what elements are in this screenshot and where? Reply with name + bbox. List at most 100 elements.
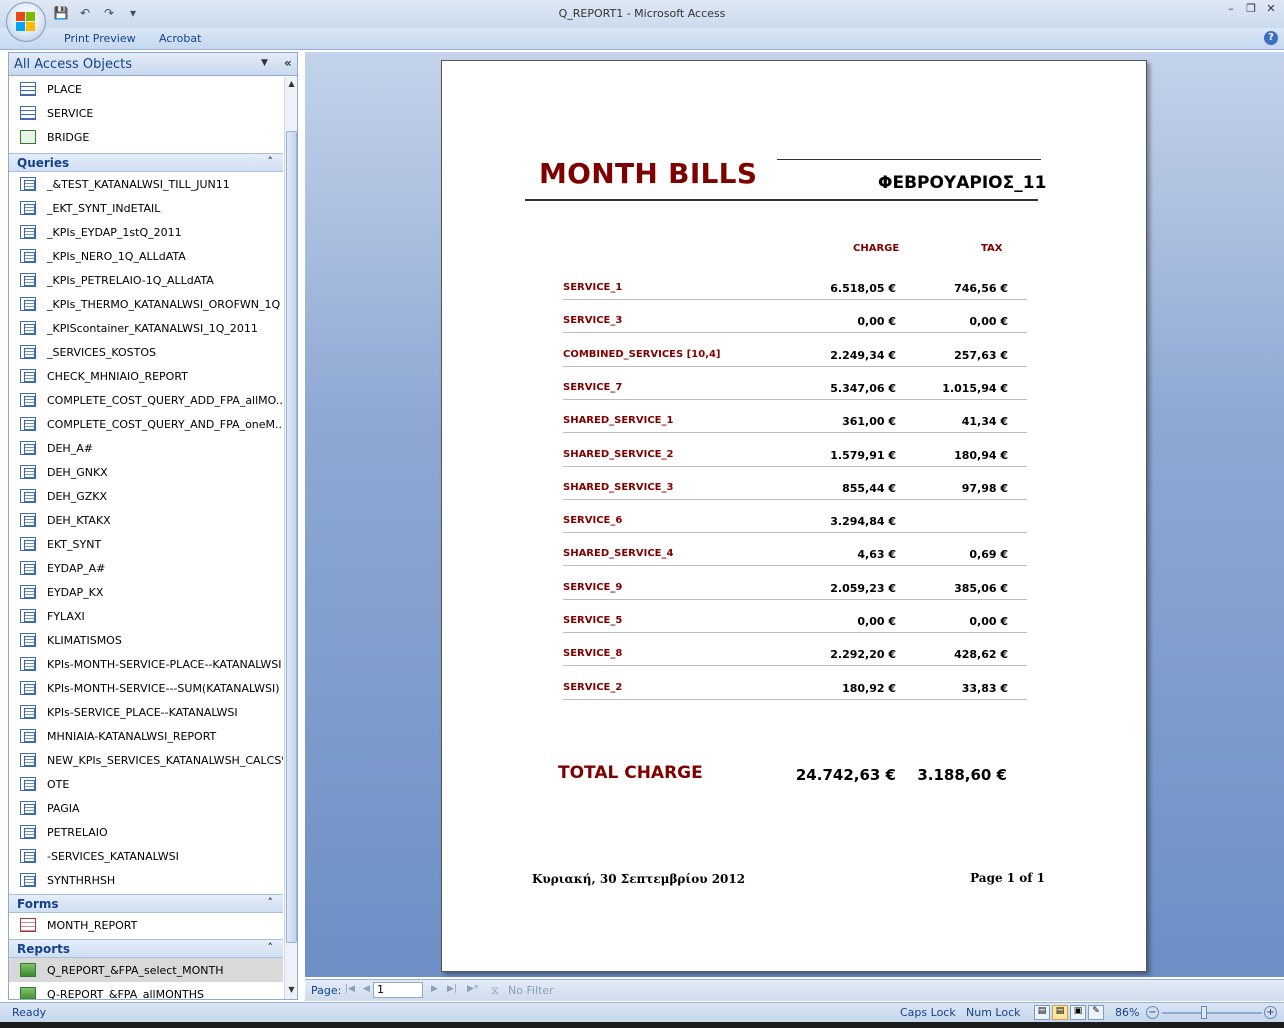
nav-query-item[interactable]: DEH_KTAKX	[9, 508, 283, 532]
new-page-icon[interactable]: ▶*	[467, 984, 478, 994]
nav-query-item[interactable]: SYNTHRHSH	[9, 868, 283, 892]
collapse-pane-icon[interactable]: «	[284, 56, 292, 70]
nav-query-item[interactable]: MHNIAIA-KATANALWSI_REPORT	[9, 724, 283, 748]
nav-query-item[interactable]: DEH_A#	[9, 436, 283, 460]
nav-report-item[interactable]: Q-REPORT_&FPA_allMONTHS	[9, 982, 283, 999]
last-page-icon[interactable]: ▶|	[447, 984, 457, 994]
row-divider	[563, 299, 1027, 300]
query-object-icon	[20, 321, 36, 335]
nav-query-item[interactable]: _KPIs_PETRELAIO-1Q_ALLdATA	[9, 268, 283, 292]
nav-item-label: _KPIs_PETRELAIO-1Q_ALLdATA	[47, 273, 214, 287]
filter-icon[interactable]: ⧖	[491, 984, 499, 998]
minimize-icon[interactable]: –	[1224, 2, 1238, 16]
total-charge: 24.742,63 €	[795, 766, 896, 784]
nav-query-item[interactable]: COMPLETE_COST_QUERY_AND_FPA_oneM...	[9, 412, 283, 436]
row-service-name: COMBINED_SERVICES [10,4]	[563, 349, 721, 360]
nav-item-label: _KPIs_EYDAP_1stQ_2011	[47, 225, 182, 239]
nav-query-item[interactable]: OTE	[9, 772, 283, 796]
view-normal-icon[interactable]: ▤	[1034, 1005, 1050, 1020]
row-tax: 0,00 €	[969, 615, 1008, 628]
nav-query-item[interactable]: PAGIA	[9, 796, 283, 820]
next-page-icon[interactable]: ▶	[431, 984, 438, 994]
layout-view-icon[interactable]: ▣	[1070, 1005, 1086, 1020]
row-charge: 0,00 €	[857, 315, 896, 328]
row-divider	[563, 565, 1027, 566]
row-service-name: SHARED_SERVICE_3	[563, 482, 674, 493]
zoom-slider[interactable]	[1162, 1012, 1262, 1014]
nav-query-item[interactable]: _KPIs_NERO_1Q_ALLdATA	[9, 244, 283, 268]
zoom-level: 86%	[1115, 1006, 1140, 1019]
print-preview-view-icon[interactable]: ▤	[1052, 1005, 1068, 1020]
row-charge: 0,00 €	[857, 615, 896, 628]
nav-query-item[interactable]: _&TEST_KATANALWSI_TILL_JUN11	[9, 172, 283, 196]
nav-query-item[interactable]: KPIs-MONTH-SERVICE---SUM(KATANALWSI)	[9, 676, 283, 700]
first-page-icon[interactable]: |◀	[345, 984, 355, 994]
row-charge: 2.292,20 €	[830, 648, 896, 661]
nav-pane-header[interactable]: All Access Objects ▼ «	[9, 53, 297, 76]
collapse-group-icon[interactable]: ˄	[268, 896, 274, 909]
nav-query-item[interactable]: EYDAP_A#	[9, 556, 283, 580]
help-icon[interactable]: ?	[1264, 31, 1278, 45]
chevron-down-icon[interactable]: ▼	[261, 58, 268, 68]
nav-query-item[interactable]: _EKT_SYNT_INdETAIL	[9, 196, 283, 220]
nav-table-item[interactable]: BRIDGE	[9, 125, 283, 149]
zoom-out-icon[interactable]: −	[1146, 1006, 1159, 1019]
group-queries[interactable]: Queries ˄	[9, 153, 283, 172]
nav-item-label: MHNIAIA-KATANALWSI_REPORT	[47, 729, 217, 743]
previous-page-icon[interactable]: ◀	[363, 984, 370, 994]
query-object-icon	[20, 729, 36, 743]
group-reports[interactable]: Reports ˄	[9, 939, 283, 958]
nav-query-item[interactable]: FYLAXI	[9, 604, 283, 628]
nav-report-item[interactable]: Q_REPORT_&FPA_select_MONTH	[9, 958, 283, 982]
office-button[interactable]	[6, 2, 46, 42]
tab-print-preview[interactable]: Print Preview	[64, 32, 136, 45]
zoom-in-icon[interactable]: +	[1264, 1006, 1277, 1019]
nav-query-item[interactable]: _KPIs_THERMO_KATANALWSI_OROFWN_1Q	[9, 292, 283, 316]
row-divider	[563, 665, 1027, 666]
query-object-icon	[20, 561, 36, 575]
collapse-group-icon[interactable]: ˄	[268, 941, 274, 954]
status-caps-lock: Caps Lock	[900, 1006, 956, 1019]
nav-query-item[interactable]: DEH_GZKX	[9, 484, 283, 508]
close-icon[interactable]: ✕	[1264, 2, 1278, 16]
design-view-icon[interactable]: ✎	[1088, 1005, 1104, 1020]
row-tax: 97,98 €	[961, 482, 1008, 495]
nav-query-item[interactable]: DEH_GNKX	[9, 460, 283, 484]
row-charge: 2.059,23 €	[830, 582, 896, 595]
nav-query-item[interactable]: KLIMATISMOS	[9, 628, 283, 652]
query-object-icon	[20, 681, 36, 695]
nav-query-item[interactable]: _KPIs_EYDAP_1stQ_2011	[9, 220, 283, 244]
no-filter-label[interactable]: No Filter	[508, 984, 554, 997]
nav-query-item[interactable]: EYDAP_KX	[9, 580, 283, 604]
nav-form-item[interactable]: MONTH_REPORT	[9, 913, 283, 937]
collapse-group-icon[interactable]: ˄	[268, 155, 274, 168]
scroll-up-icon[interactable]: ▲	[286, 79, 297, 91]
query-object-icon	[20, 753, 36, 767]
nav-query-item[interactable]: KPIs-SERVICE_PLACE--KATANALWSI	[9, 700, 283, 724]
status-bar: Ready Caps Lock Num Lock ▤ ▤ ▣ ✎ 86% − +	[0, 1002, 1284, 1022]
group-forms[interactable]: Forms ˄	[9, 894, 283, 913]
nav-query-item[interactable]: _SERVICES_KOSTOS	[9, 340, 283, 364]
tab-acrobat[interactable]: Acrobat	[159, 32, 201, 45]
row-tax: 41,34 €	[961, 415, 1008, 428]
nav-scrollbar[interactable]: ▲ ▼	[284, 77, 297, 999]
restore-icon[interactable]: ❐	[1244, 2, 1258, 16]
nav-query-item[interactable]: NEW_KPIs_SERVICES_KATANALWSH_CALCS%	[9, 748, 283, 772]
nav-query-item[interactable]: COMPLETE_COST_QUERY_ADD_FPA_allMO...	[9, 388, 283, 412]
nav-query-item[interactable]: PETRELAIO	[9, 820, 283, 844]
nav-query-item[interactable]: KPIs-MONTH-SERVICE-PLACE--KATANALWSI	[9, 652, 283, 676]
nav-query-item[interactable]: -SERVICES_KATANALWSI	[9, 844, 283, 868]
row-divider	[563, 699, 1027, 700]
scroll-thumb[interactable]	[286, 131, 297, 943]
scroll-down-icon[interactable]: ▼	[286, 985, 297, 997]
nav-query-item[interactable]: EKT_SYNT	[9, 532, 283, 556]
zoom-slider-thumb[interactable]	[1201, 1006, 1207, 1019]
nav-table-item[interactable]: SERVICE	[9, 101, 283, 125]
nav-table-item[interactable]: PLACE	[9, 77, 283, 101]
page-number-input[interactable]: 1	[373, 982, 423, 998]
row-charge: 2.249,34 €	[830, 349, 896, 362]
row-divider	[563, 632, 1027, 633]
nav-query-item[interactable]: CHECK_MHNIAIO_REPORT	[9, 364, 283, 388]
nav-item-label: EKT_SYNT	[47, 537, 102, 551]
nav-query-item[interactable]: _KPIScontainer_KATANALWSI_1Q_2011	[9, 316, 283, 340]
